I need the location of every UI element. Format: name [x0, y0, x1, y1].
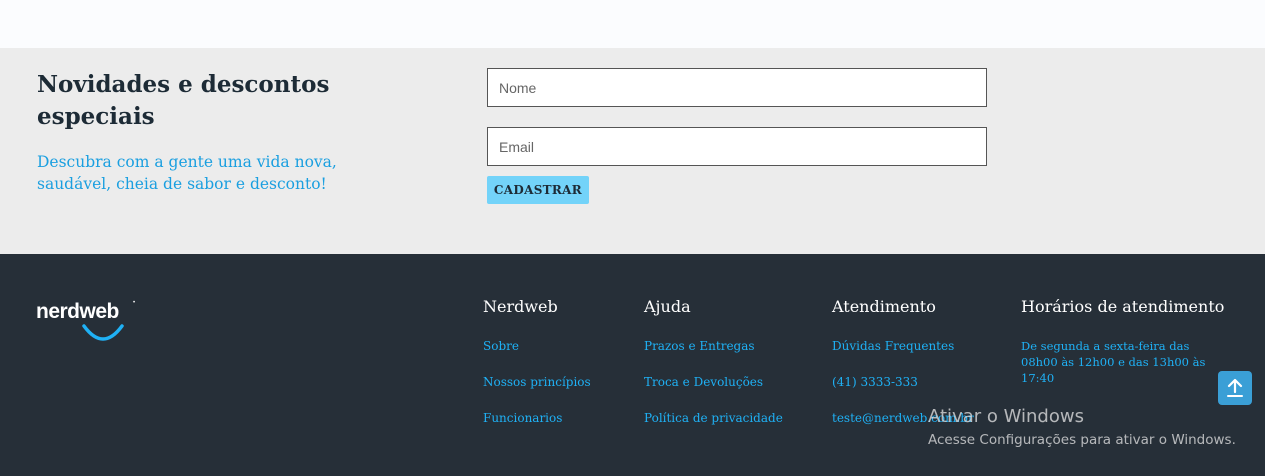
subscribe-button[interactable]: CADASTRAR: [487, 176, 589, 204]
footer-column-title: Nerdweb: [483, 297, 558, 316]
footer-link-phone[interactable]: (41) 3333-333: [832, 371, 974, 393]
name-input[interactable]: [487, 68, 987, 107]
logo-text: nerdweb: [36, 300, 119, 323]
footer-link-email[interactable]: teste@nerdweb.com.br: [832, 407, 974, 429]
arrow-up-icon: [1227, 378, 1243, 397]
footer-link-nossos-principios[interactable]: Nossos princípios: [483, 371, 591, 393]
logo-trademark-dot: •: [133, 300, 136, 306]
footer-column-title: Ajuda: [644, 297, 691, 316]
footer-link-sobre[interactable]: Sobre: [483, 335, 591, 357]
footer-link-troca-devolucoes[interactable]: Troca e Devoluções: [644, 371, 783, 393]
footer-link-funcionarios[interactable]: Funcionarios: [483, 407, 591, 429]
footer-column-title: Atendimento: [832, 297, 936, 316]
footer: nerdweb • Nerdweb Sobre Nossos princípio…: [0, 254, 1265, 476]
business-hours-text: De segunda a sexta-feira das 08h00 às 12…: [1021, 339, 1206, 385]
footer-column-horarios: Horários de atendimento De segunda a sex…: [1021, 296, 1224, 386]
scroll-to-top-button[interactable]: [1218, 371, 1252, 405]
newsletter-section: Novidades e descontos especiais Descubra…: [0, 48, 1265, 254]
top-blank-area: [0, 0, 1265, 48]
footer-column-title: Horários de atendimento: [1021, 297, 1225, 316]
footer-link-politica-privacidade[interactable]: Política de privacidade: [644, 407, 783, 429]
newsletter-description: Descubra com a gente uma vida nova, saud…: [37, 153, 337, 193]
logo-smile-icon: [82, 324, 124, 341]
email-input[interactable]: [487, 127, 987, 166]
footer-column-nerdweb: Nerdweb Sobre Nossos princípios Funciona…: [483, 296, 591, 429]
footer-column-atendimento: Atendimento Dúvidas Frequentes (41) 3333…: [832, 296, 974, 429]
footer-column-ajuda: Ajuda Prazos e Entregas Troca e Devoluçõ…: [644, 296, 783, 429]
footer-link-prazos-entregas[interactable]: Prazos e Entregas: [644, 335, 783, 357]
footer-link-duvidas-frequentes[interactable]: Dúvidas Frequentes: [832, 335, 974, 357]
nerdweb-logo[interactable]: nerdweb •: [36, 300, 146, 350]
newsletter-title: Novidades e descontos especiais: [37, 71, 330, 130]
